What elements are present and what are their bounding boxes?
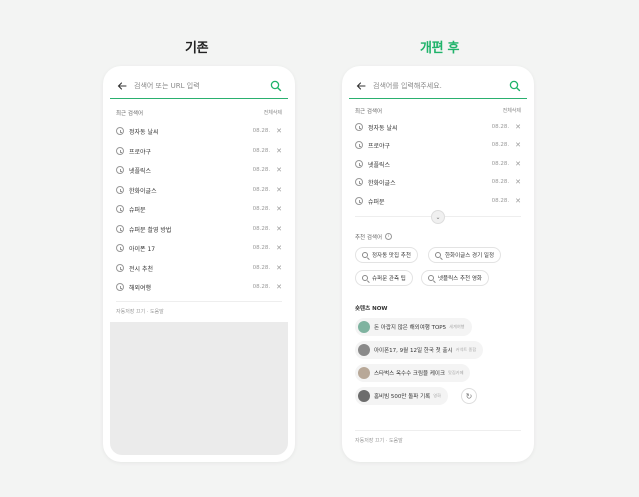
refresh-icon: ↻ xyxy=(465,391,473,401)
thumbnail-image xyxy=(358,321,370,333)
search-icon xyxy=(428,275,434,281)
recent-item[interactable]: 넷플릭스 08.28. ✕ xyxy=(116,163,282,177)
thumbnail-image xyxy=(358,344,370,356)
close-icon[interactable]: ✕ xyxy=(515,141,521,149)
search-icon[interactable] xyxy=(270,80,282,92)
recent-section-header: 최근 검색어 전체삭제 xyxy=(355,107,521,115)
close-icon[interactable]: ✕ xyxy=(515,123,521,131)
recommend-label: 추천 검색어 xyxy=(355,235,383,241)
search-input[interactable]: 검색어를 입력해주세요. xyxy=(373,81,509,91)
recommend-chip[interactable]: 슈퍼문 관측 팁 xyxy=(355,270,413,286)
recent-item[interactable]: 넷플릭스 08.28. ✕ xyxy=(355,157,521,171)
close-icon[interactable]: ✕ xyxy=(276,127,282,135)
clock-icon xyxy=(116,166,124,174)
clear-all-button[interactable]: 전체삭제 xyxy=(264,109,282,117)
clock-icon xyxy=(355,197,363,205)
recommend-chip[interactable]: 한화이글스 경기 일정 xyxy=(428,247,502,263)
clock-icon xyxy=(116,225,124,233)
divider xyxy=(355,430,521,431)
now-label: 숏텐츠 NOW xyxy=(355,306,388,312)
recommend-chip[interactable]: 넷플릭스 추천 영화 xyxy=(421,270,489,286)
recent-item[interactable]: 프로야구 08.28. ✕ xyxy=(116,144,282,158)
thumbnail-image xyxy=(358,390,370,402)
expand-button[interactable]: ⌄ xyxy=(431,210,445,224)
recent-section-header: 최근 검색어 전체삭제 xyxy=(116,109,282,117)
search-bar[interactable]: 검색어 또는 URL 입력 xyxy=(110,73,288,99)
recent-item[interactable]: 해외여행 08.28. ✕ xyxy=(116,280,282,294)
empty-area xyxy=(110,322,288,455)
clock-icon xyxy=(116,264,124,272)
close-icon[interactable]: ✕ xyxy=(276,283,282,291)
recent-item[interactable]: 슈퍼문 08.28. ✕ xyxy=(355,194,521,208)
now-item[interactable]: 홈비빔 500만 돌파 기록 영화 xyxy=(355,387,448,405)
recent-label: 최근 검색어 xyxy=(355,109,383,115)
search-icon xyxy=(362,275,368,281)
clock-icon xyxy=(116,147,124,155)
back-arrow-icon[interactable] xyxy=(355,80,367,92)
recommend-chip[interactable]: 정자동 맛집 추천 xyxy=(355,247,418,263)
now-item[interactable]: 스타벅스 옥수수 크림블 케이크 맛집카페 xyxy=(355,364,471,382)
close-icon[interactable]: ✕ xyxy=(276,244,282,252)
clock-icon xyxy=(116,283,124,291)
screen-before: 검색어 또는 URL 입력 최근 검색어 전체삭제 정자동 날씨 08.28. ✕ … xyxy=(110,73,288,455)
thumbnail-image xyxy=(358,367,370,379)
now-item[interactable]: 돈 아깝지 않은 해외여행 TOP5 세계여행 xyxy=(355,318,472,336)
search-icon[interactable] xyxy=(509,80,521,92)
recent-item[interactable]: 정자동 날씨 08.28. ✕ xyxy=(355,120,521,134)
close-icon[interactable]: ✕ xyxy=(515,178,521,186)
search-icon xyxy=(435,252,441,258)
close-icon[interactable]: ✕ xyxy=(276,225,282,233)
divider xyxy=(116,301,282,302)
search-bar[interactable]: 검색어를 입력해주세요. xyxy=(349,73,527,99)
phone-after: 검색어를 입력해주세요. 최근 검색어 전체삭제 정자동 날씨 08.28. ✕ 프… xyxy=(342,66,534,462)
clock-icon xyxy=(116,186,124,194)
recent-item[interactable]: 한화이글스 08.28. ✕ xyxy=(355,175,521,189)
recent-item[interactable]: 전시 추천 08.28. ✕ xyxy=(116,261,282,275)
close-icon[interactable]: ✕ xyxy=(276,186,282,194)
recent-item[interactable]: 슈퍼문 촬영 방법 08.28. ✕ xyxy=(116,222,282,236)
clock-icon xyxy=(355,160,363,168)
clock-icon xyxy=(116,205,124,213)
close-icon[interactable]: ✕ xyxy=(276,166,282,174)
search-icon xyxy=(362,252,368,258)
footer-links[interactable]: 자동저장 끄기 · 도움말 xyxy=(116,308,164,315)
clock-icon xyxy=(355,178,363,186)
close-icon[interactable]: ✕ xyxy=(276,264,282,272)
close-icon[interactable]: ✕ xyxy=(515,197,521,205)
title-after: 개편 후 xyxy=(420,41,460,56)
clock-icon xyxy=(116,244,124,252)
now-header: 숏텐츠 NOW xyxy=(355,304,521,312)
info-icon[interactable]: i xyxy=(385,233,393,240)
now-item[interactable]: 아이폰17, 9월 12일 한국 첫 출시 커넥트 종합 xyxy=(355,341,484,359)
recommend-header: 추천 검색어 i xyxy=(355,233,521,241)
recent-item[interactable]: 한화이글스 08.28. ✕ xyxy=(116,183,282,197)
back-arrow-icon[interactable] xyxy=(116,80,128,92)
close-icon[interactable]: ✕ xyxy=(515,160,521,168)
recent-item[interactable]: 정자동 날씨 08.28. ✕ xyxy=(116,124,282,138)
close-icon[interactable]: ✕ xyxy=(276,147,282,155)
recent-item[interactable]: 프로야구 08.28. ✕ xyxy=(355,138,521,152)
clock-icon xyxy=(116,127,124,135)
refresh-button[interactable]: ↻ xyxy=(461,388,477,404)
screen-after: 검색어를 입력해주세요. 최근 검색어 전체삭제 정자동 날씨 08.28. ✕ 프… xyxy=(349,73,527,455)
recent-item[interactable]: 아이폰 17 08.28. ✕ xyxy=(116,241,282,255)
recent-item[interactable]: 슈퍼문 08.28. ✕ xyxy=(116,202,282,216)
title-before: 기존 xyxy=(185,41,209,56)
chevron-down-icon: ⌄ xyxy=(435,213,441,221)
close-icon[interactable]: ✕ xyxy=(276,205,282,213)
footer-links[interactable]: 자동저장 끄기 · 도움말 xyxy=(355,437,403,444)
search-input[interactable]: 검색어 또는 URL 입력 xyxy=(134,81,270,91)
clock-icon xyxy=(355,123,363,131)
recent-label: 최근 검색어 xyxy=(116,111,144,117)
phone-before: 검색어 또는 URL 입력 최근 검색어 전체삭제 정자동 날씨 08.28. ✕ … xyxy=(103,66,295,462)
clock-icon xyxy=(355,141,363,149)
clear-all-button[interactable]: 전체삭제 xyxy=(503,107,521,115)
